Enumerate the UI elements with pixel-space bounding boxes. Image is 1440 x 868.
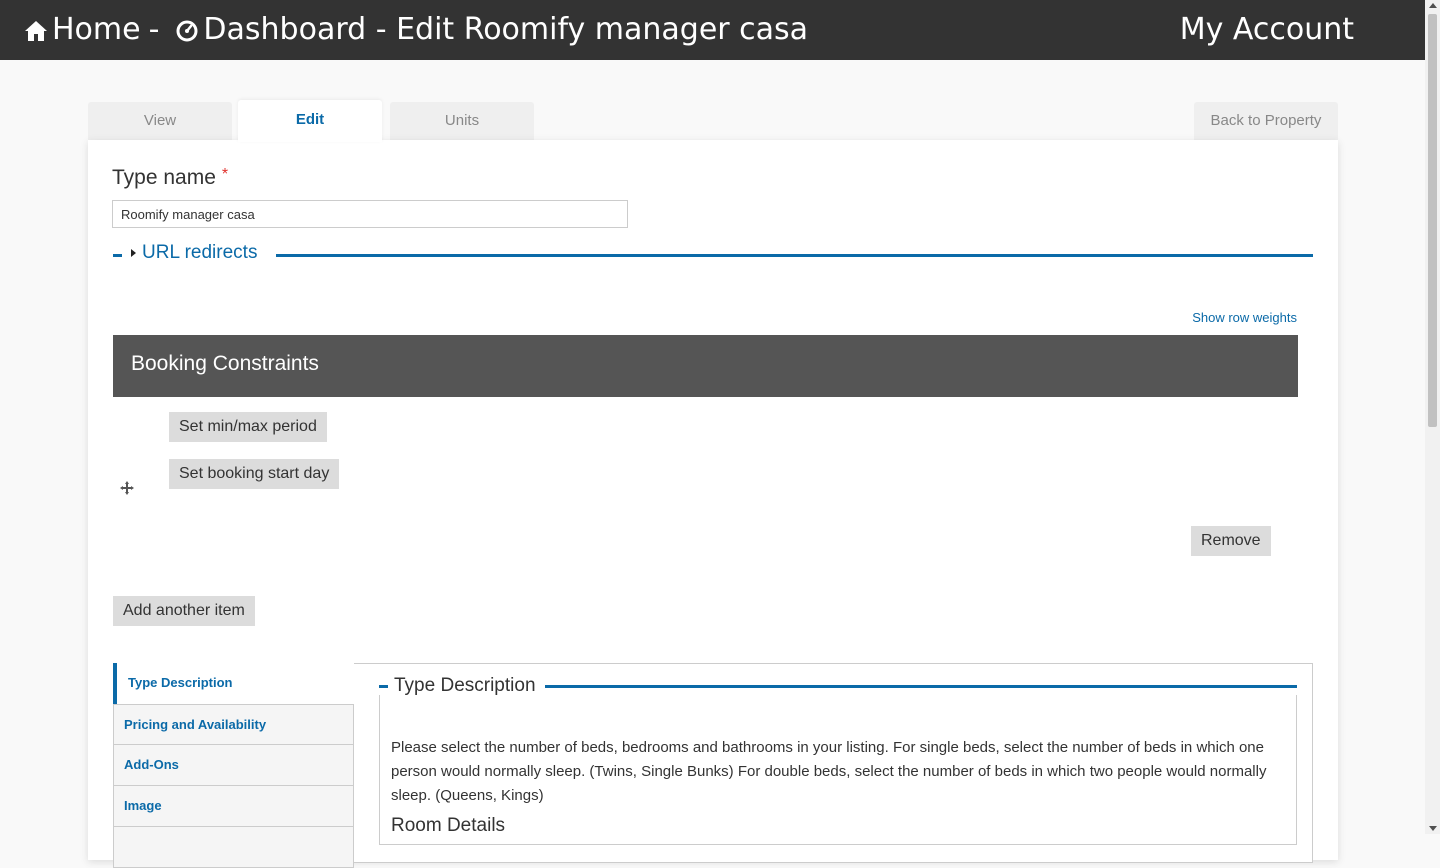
- fieldset-border-left: [113, 254, 122, 257]
- url-redirects-toggle[interactable]: URL redirects: [131, 242, 257, 264]
- set-min-max-period-button[interactable]: Set min/max period: [169, 412, 327, 442]
- breadcrumb-separator: -: [148, 12, 160, 47]
- vtab-add-ons[interactable]: Add-Ons: [113, 745, 354, 786]
- vtab-image[interactable]: Image: [113, 786, 354, 827]
- home-link[interactable]: Home: [52, 10, 141, 50]
- tab-units[interactable]: Units: [390, 102, 534, 140]
- page-title: Dashboard - Edit Roomify manager casa: [203, 12, 809, 47]
- type-name-label: Type name *: [112, 166, 228, 190]
- tab-edit[interactable]: Edit: [238, 100, 382, 142]
- back-to-property-tab[interactable]: Back to Property: [1194, 102, 1338, 140]
- tab-view[interactable]: View: [88, 102, 232, 140]
- breadcrumb: Home - Dashboard - Edit Roomify manager …: [24, 10, 808, 50]
- dashboard-gauge-icon[interactable]: [175, 15, 201, 45]
- type-name-label-text: Type name: [112, 166, 216, 189]
- booking-constraints-header: Booking Constraints: [113, 335, 1298, 397]
- td-fieldset-border-left: [379, 685, 388, 688]
- scrollbar-thumb[interactable]: [1428, 14, 1437, 427]
- vtab-pricing-and-availability[interactable]: Pricing and Availability: [113, 704, 354, 745]
- my-account-link[interactable]: My Account: [1180, 10, 1354, 50]
- add-another-item-button[interactable]: Add another item: [113, 596, 255, 626]
- required-marker: *: [221, 166, 229, 183]
- type-name-input[interactable]: [112, 200, 628, 228]
- type-description-legend: Type Description: [394, 675, 536, 696]
- collapse-triangle-icon: [131, 249, 136, 257]
- type-description-help-text: Please select the number of beds, bedroo…: [391, 739, 1267, 804]
- set-booking-start-day-button[interactable]: Set booking start day: [169, 459, 340, 489]
- show-row-weights-link[interactable]: Show row weights: [1192, 310, 1297, 325]
- url-redirects-label: URL redirects: [142, 242, 258, 263]
- vtab-next-item[interactable]: [113, 827, 354, 868]
- remove-button[interactable]: Remove: [1191, 526, 1271, 556]
- scroll-up-arrow-icon[interactable]: [1429, 3, 1437, 8]
- td-fieldset-border-right: [545, 685, 1297, 688]
- page-scrollbar[interactable]: [1425, 0, 1440, 834]
- vtab-type-description[interactable]: Type Description: [113, 663, 354, 704]
- fieldset-border-right: [276, 254, 1313, 257]
- top-header: Home - Dashboard - Edit Roomify manager …: [0, 0, 1425, 60]
- home-icon[interactable]: [24, 15, 50, 45]
- scroll-down-arrow-icon[interactable]: [1429, 826, 1437, 831]
- drag-handle-icon[interactable]: [120, 481, 134, 495]
